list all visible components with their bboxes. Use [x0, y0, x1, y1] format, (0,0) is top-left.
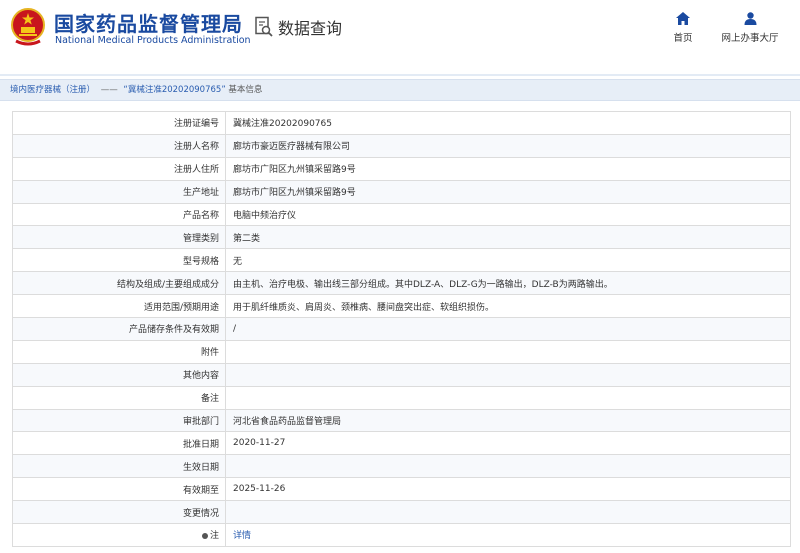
row-value-note: 详情 — [225, 523, 791, 547]
table-row: 变更情况 — [12, 500, 791, 525]
user-icon — [744, 12, 756, 25]
row-label: 注册人名称 — [12, 133, 226, 158]
row-value — [225, 362, 791, 387]
row-label: 型号规格 — [12, 248, 226, 273]
header-divider — [0, 74, 800, 76]
national-emblem-icon — [11, 8, 45, 46]
table-row: 产品名称 电脑中频治疗仪 — [12, 202, 791, 227]
row-label: 附件 — [12, 339, 226, 364]
row-value — [225, 500, 791, 525]
table-row: 注 详情 — [12, 523, 791, 547]
row-value: 第二类 — [225, 225, 791, 250]
table-row: 备注 — [12, 385, 791, 410]
nav-online-hall[interactable]: 网上办事大厅 — [716, 12, 784, 44]
table-row: 管理类别 第二类 — [12, 225, 791, 250]
table-row: 适用范围/预期用途 用于肌纤维质炎、肩周炎、颈椎病、腰间盘突出症、软组织损伤。 — [12, 294, 791, 319]
table-row: 注册证编号 冀械注准20202090765 — [12, 111, 791, 135]
row-value: 河北省食品药品监督管理局 — [225, 408, 791, 433]
row-value: 冀械注准20202090765 — [225, 111, 791, 135]
breadcrumb-page: 基本信息 — [228, 85, 263, 95]
table-row: 型号规格 无 — [12, 248, 791, 273]
row-value: / — [225, 317, 791, 341]
data-query-label: 数据查询 — [278, 19, 343, 38]
row-label: 注册人住所 — [12, 156, 226, 181]
row-label: 生效日期 — [12, 454, 226, 479]
details-link[interactable]: 详情 — [233, 531, 251, 541]
row-value — [225, 454, 791, 479]
table-row: 附件 — [12, 339, 791, 364]
row-value: 无 — [225, 248, 791, 273]
row-label: 生产地址 — [12, 179, 226, 204]
row-value: 用于肌纤维质炎、肩周炎、颈椎病、腰间盘突出症、软组织损伤。 — [225, 294, 791, 319]
row-label: 有效期至 — [12, 477, 226, 502]
row-value — [225, 385, 791, 410]
breadcrumb-record: “冀械注准20202090765” — [123, 85, 226, 95]
brand-title[interactable]: 国家药品监督管理局 — [54, 8, 243, 37]
table-row: 审批部门 河北省食品药品监督管理局 — [12, 408, 791, 433]
table-row: 结构及组成/主要组成成分 由主机、治疗电极、输出线三部分组成。其中DLZ-A、D… — [12, 271, 791, 296]
row-label: 批准日期 — [12, 431, 226, 456]
data-query-title: 数据查询 — [254, 16, 342, 38]
nav-home-label: 首页 — [673, 33, 693, 44]
row-label: 变更情况 — [12, 500, 226, 525]
table-row: 生产地址 廊坊市广阳区九州镇采留路9号 — [12, 179, 791, 204]
table-row: 注册人住所 廊坊市广阳区九州镇采留路9号 — [12, 156, 791, 181]
row-value — [225, 339, 791, 364]
row-label: 注册证编号 — [12, 111, 226, 135]
document-search-icon — [255, 16, 273, 37]
nav-home[interactable]: 首页 — [668, 12, 698, 44]
row-label-note: 注 — [12, 523, 226, 547]
table-row: 产品储存条件及有效期 / — [12, 317, 791, 341]
note-label: 注 — [209, 531, 219, 542]
row-label: 产品储存条件及有效期 — [12, 317, 226, 341]
breadcrumb-category[interactable]: 境内医疗器械（注册） — [10, 85, 95, 95]
table-row: 批准日期 2020-11-27 — [12, 431, 791, 456]
row-value: 由主机、治疗电极、输出线三部分组成。其中DLZ-A、DLZ-G为一路输出，DLZ… — [225, 271, 791, 296]
bullet-icon — [201, 532, 208, 539]
table-row: 生效日期 — [12, 454, 791, 479]
row-value: 廊坊市广阳区九州镇采留路9号 — [225, 179, 791, 204]
row-value: 电脑中频治疗仪 — [225, 202, 791, 227]
nav-online-hall-label: 网上办事大厅 — [721, 33, 779, 44]
table-row: 其他内容 — [12, 362, 791, 387]
home-icon — [676, 12, 690, 25]
breadcrumb: 境内医疗器械（注册） —— “冀械注准20202090765” 基本信息 — [0, 79, 800, 101]
row-label: 管理类别 — [12, 225, 226, 250]
brand-subtitle[interactable]: National Medical Products Administration — [55, 35, 251, 46]
table-row: 有效期至 2025-11-26 — [12, 477, 791, 502]
table-row: 注册人名称 廊坊市豪迈医疗器械有限公司 — [12, 133, 791, 158]
row-label: 产品名称 — [12, 202, 226, 227]
row-value: 2020-11-27 — [225, 431, 791, 456]
row-label: 审批部门 — [12, 408, 226, 433]
row-value: 廊坊市豪迈医疗器械有限公司 — [225, 133, 791, 158]
row-value: 2025-11-26 — [225, 477, 791, 502]
row-value: 廊坊市广阳区九州镇采留路9号 — [225, 156, 791, 181]
site-header: 国家药品监督管理局 National Medical Products Admi… — [0, 0, 800, 70]
registration-detail-table: 注册证编号 冀械注准20202090765 注册人名称 廊坊市豪迈医疗器械有限公… — [12, 111, 791, 547]
breadcrumb-separator: —— — [100, 85, 118, 95]
row-label: 适用范围/预期用途 — [12, 294, 226, 319]
row-label: 备注 — [12, 385, 226, 410]
row-label: 其他内容 — [12, 362, 226, 387]
row-label: 结构及组成/主要组成成分 — [12, 271, 226, 296]
